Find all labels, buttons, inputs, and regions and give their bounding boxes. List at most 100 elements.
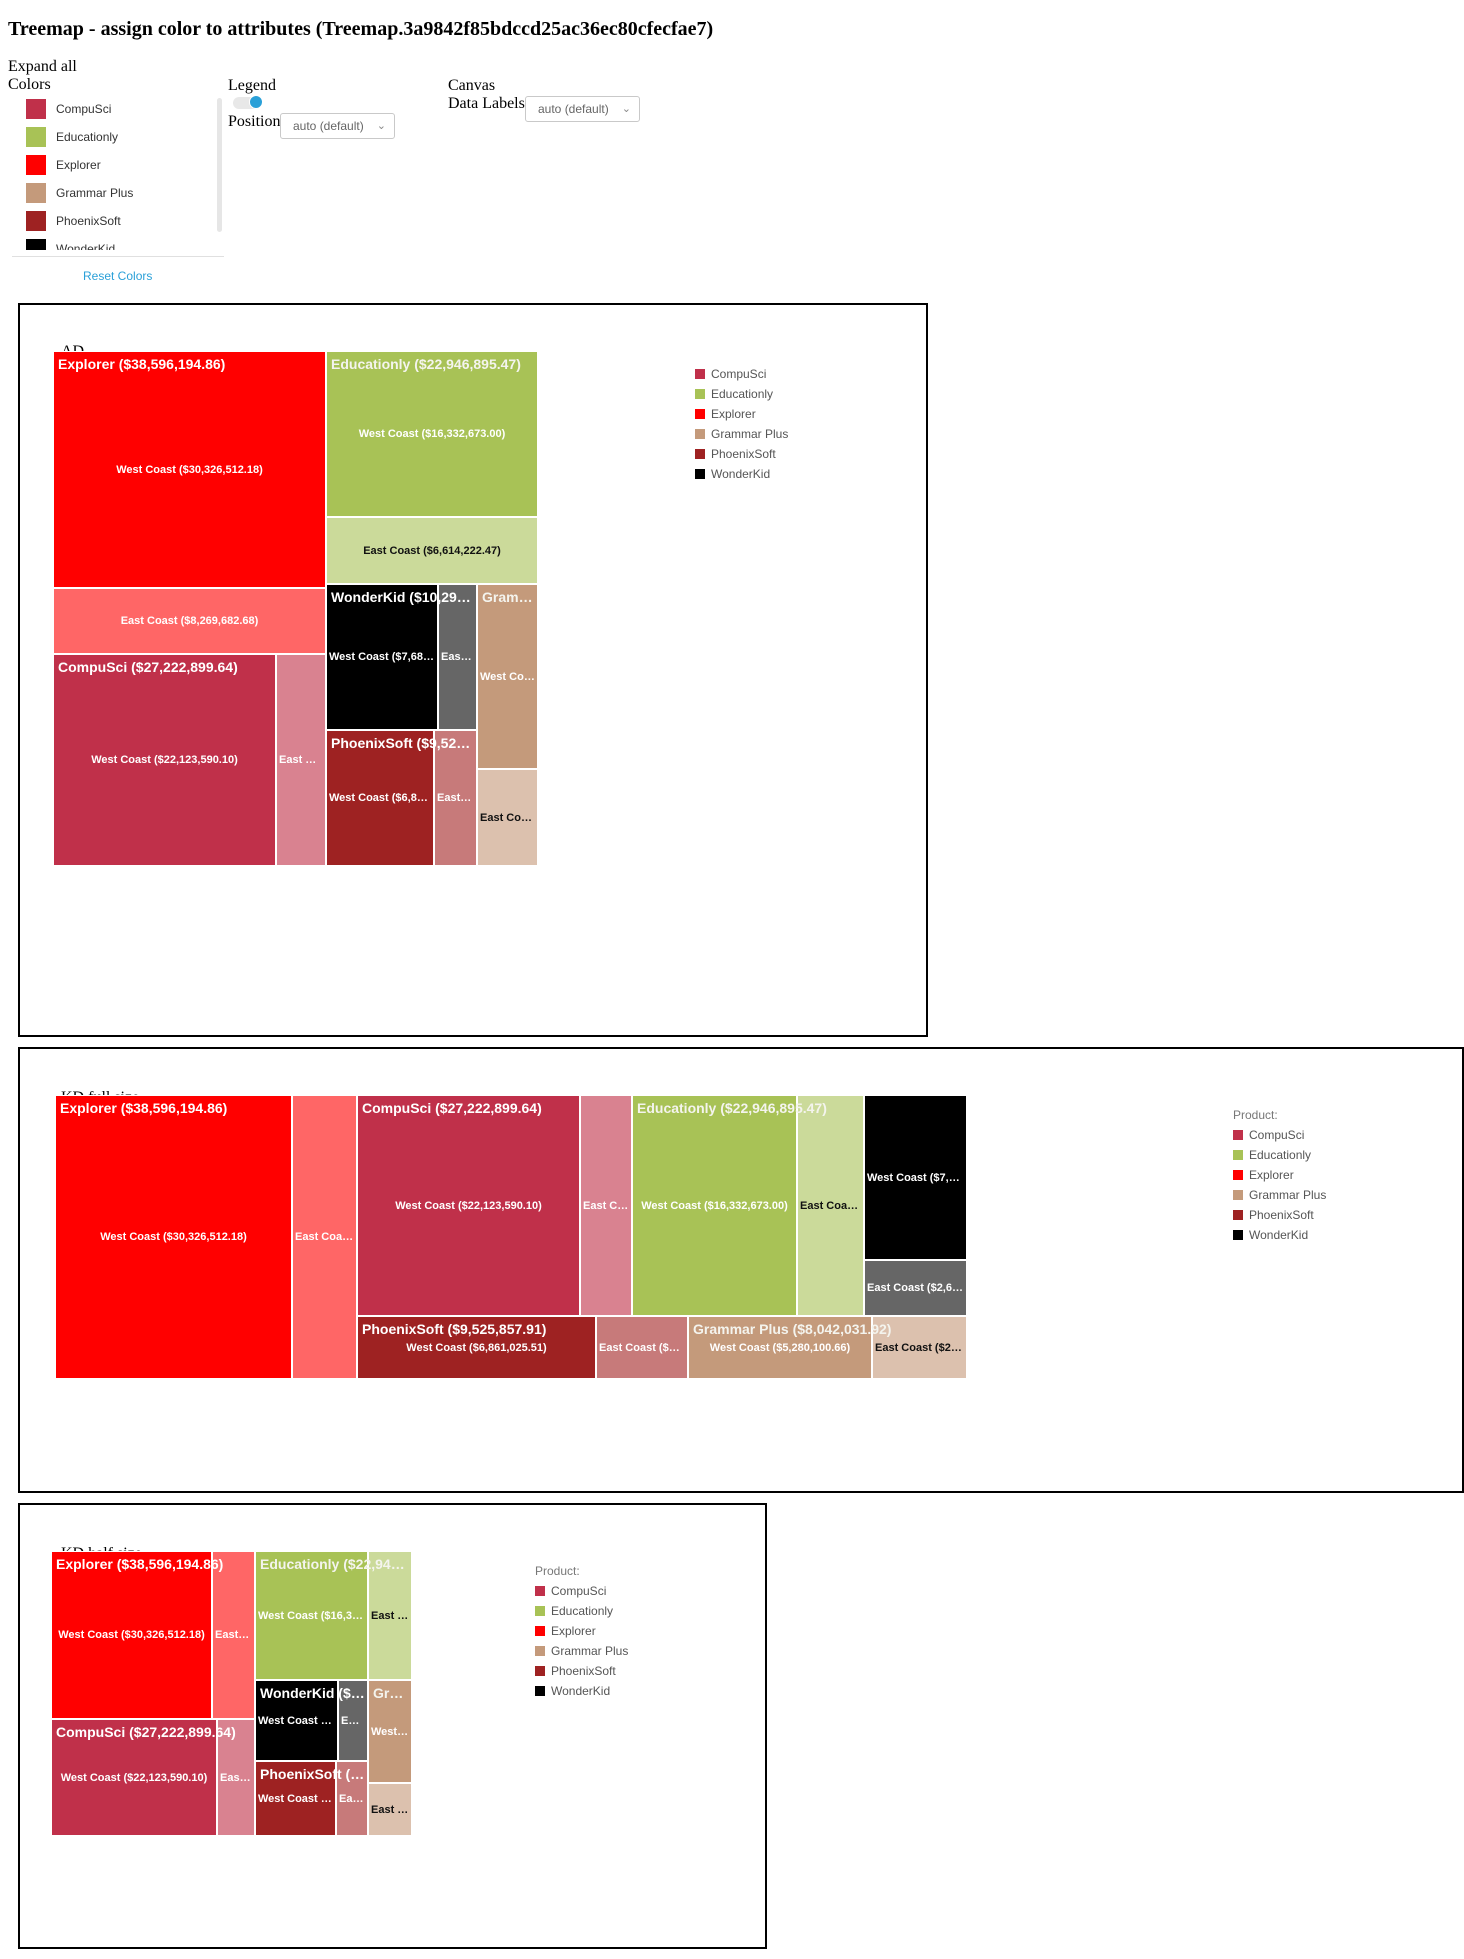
treemap-cell-compusci-west[interactable]: West Coast ($22,123,590.10) xyxy=(51,1719,217,1836)
legend-item-wonderkid[interactable]: WonderKid xyxy=(695,464,788,484)
treemap-cell-compusci-west[interactable]: West Coast ($22,123,590.10) xyxy=(357,1095,580,1316)
position-select[interactable]: auto (default) ⌄ xyxy=(280,113,395,139)
chart-panel-kd-full: KD full size West Coast ($30,326,512.18)… xyxy=(18,1047,1464,1493)
reset-colors-button[interactable]: Reset Colors xyxy=(83,269,152,283)
color-item-compusci[interactable]: CompuSci xyxy=(26,98,111,120)
treemap-cell-phoenixsoft-west[interactable]: West Coast ($6,861,025.51) xyxy=(357,1316,596,1379)
treemap-cell-phoenixsoft-east[interactable]: East Coast ($2,664… xyxy=(596,1316,688,1379)
color-item-educationly[interactable]: Educationly xyxy=(26,126,118,148)
treemap-cell-phoenixsoft-east[interactable]: East… xyxy=(336,1761,368,1836)
legend-item-compusci[interactable]: CompuSci xyxy=(1233,1125,1326,1145)
legend-label: PhoenixSoft xyxy=(551,1664,616,1678)
treemap-cell-compusci-east[interactable]: East Coast ($5,099,309.54) xyxy=(276,654,326,866)
treemap-cell-wonderkid-east[interactable]: East … xyxy=(438,584,477,730)
legend-item-explorer[interactable]: Explorer xyxy=(695,404,788,424)
chart-legend[interactable]: Product: CompuSci Educationly Explorer Gramm… xyxy=(1233,1105,1326,1245)
treemap-cell-label: East Coast… xyxy=(480,811,537,824)
treemap-cell-compusci-east[interactable]: East Coa… xyxy=(580,1095,632,1316)
legend-label: CompuSci xyxy=(1249,1128,1305,1142)
treemap-cell-educationly-east[interactable]: East C… xyxy=(368,1551,412,1680)
treemap-cell-grammar-plus-east[interactable]: East Coast… xyxy=(477,769,538,866)
data-labels-label: Data Labels xyxy=(448,95,525,112)
treemap-cell-grammar-plus-east[interactable]: East Co… xyxy=(368,1783,412,1836)
legend-item-grammar-plus[interactable]: Grammar Plus xyxy=(535,1641,628,1661)
treemap-cell-label: West Coast ($30,326,512.18) xyxy=(58,1629,205,1641)
legend-swatch xyxy=(1233,1130,1243,1140)
treemap-cell-label: West Coast ($30,326,512.18) xyxy=(116,463,263,476)
color-item-wonderkid[interactable]: WonderKid xyxy=(26,238,115,250)
legend-label: WonderKid xyxy=(711,467,771,481)
legend-item-educationly[interactable]: Educationly xyxy=(535,1601,628,1621)
color-item-label: Educationly xyxy=(56,130,119,144)
color-item-grammar-plus[interactable]: Grammar Plus xyxy=(26,182,133,204)
data-labels-select[interactable]: auto (default) ⌄ xyxy=(525,96,640,122)
color-item-explorer[interactable]: Explorer xyxy=(26,154,101,176)
treemap-cell-explorer-west[interactable]: West Coast ($30,326,512.18) xyxy=(53,351,326,588)
color-item-phoenixsoft[interactable]: PhoenixSoft xyxy=(26,210,121,232)
treemap-cell-label: East Coast ($2,664… xyxy=(599,1341,687,1354)
treemap-cell-educationly-east[interactable]: East Coast ($6,614,222.47) xyxy=(326,517,538,584)
legend-item-phoenixsoft[interactable]: PhoenixSoft xyxy=(695,444,788,464)
legend-item-grammar-plus[interactable]: Grammar Plus xyxy=(695,424,788,444)
legend-item-compusci[interactable]: CompuSci xyxy=(695,364,788,384)
color-swatch[interactable] xyxy=(26,127,46,147)
treemap-cell-label: East… xyxy=(339,1792,367,1805)
treemap-cell-label: West Coast ($16,332,673.00) xyxy=(358,428,506,440)
legend-toggle[interactable] xyxy=(233,95,263,109)
treemap-cell-educationly-west[interactable]: West Coast ($16,332,67… xyxy=(255,1551,368,1680)
legend-label: Educationly xyxy=(711,387,774,401)
treemap-cell-phoenixsoft-west[interactable]: West Coast ($6,… xyxy=(255,1761,336,1836)
legend-item-wonderkid[interactable]: WonderKid xyxy=(535,1681,628,1701)
color-swatch[interactable] xyxy=(26,155,46,175)
legend-item-educationly[interactable]: Educationly xyxy=(1233,1145,1326,1165)
treemap-cell-compusci-west[interactable]: West Coast ($22,123,590.10) xyxy=(53,654,276,866)
color-list-scrollbar[interactable] xyxy=(217,98,222,232)
color-swatch[interactable] xyxy=(26,99,46,119)
treemap-cell-wonderkid-east[interactable]: East Coast ($2,607,11… xyxy=(864,1260,967,1316)
color-list[interactable]: CompuSci Educationly Explorer Grammar Pl… xyxy=(8,95,220,250)
treemap-cell-grammar-plus-west[interactable]: West Coast… xyxy=(477,584,538,769)
color-swatch[interactable] xyxy=(26,239,46,250)
legend-item-explorer[interactable]: Explorer xyxy=(1233,1165,1326,1185)
treemap-cell-educationly-east[interactable]: East Coast (… xyxy=(797,1095,864,1316)
treemap-cell-explorer-east[interactable]: East Coast (… xyxy=(292,1095,357,1379)
legend-item-grammar-plus[interactable]: Grammar Plus xyxy=(1233,1185,1326,1205)
treemap-cell-grammar-plus-west[interactable]: West C… xyxy=(368,1680,412,1783)
treemap-cell-grammar-plus-east[interactable]: East Coast ($2,761… xyxy=(872,1316,967,1379)
color-swatch[interactable] xyxy=(26,211,46,231)
treemap-cell-educationly-west[interactable]: West Coast ($16,332,673.00) xyxy=(632,1095,797,1316)
legend-item-educationly[interactable]: Educationly xyxy=(695,384,788,404)
legend-item-explorer[interactable]: Explorer xyxy=(535,1621,628,1641)
treemap-cell-explorer-east[interactable]: East C… xyxy=(212,1551,255,1719)
treemap-cell-explorer-west[interactable]: West Coast ($30,326,512.18) xyxy=(51,1551,212,1719)
legend-label: WonderKid xyxy=(1249,1228,1309,1242)
treemap-cell-explorer-west[interactable]: West Coast ($30,326,512.18) xyxy=(55,1095,292,1379)
expand-all-link[interactable]: Expand all xyxy=(8,58,77,76)
treemap-cell-compusci-east[interactable]: East … xyxy=(217,1719,255,1836)
chart-panel-ad: AD West Coast ($30,326,512.18)East Coast… xyxy=(18,303,928,1037)
treemap-cell-wonderkid-west[interactable]: West Coast ($7,684,4… xyxy=(864,1095,967,1260)
treemap-cell-grammar-plus-west[interactable]: West Coast ($5,280,100.66) xyxy=(688,1316,872,1379)
color-item-label: WonderKid xyxy=(56,242,116,250)
legend-item-compusci[interactable]: CompuSci xyxy=(535,1581,628,1601)
legend-label: Educationly xyxy=(1249,1148,1312,1162)
treemap-cell-label: East Coast ($8,269,682.68) xyxy=(120,615,259,627)
treemap-cell-explorer-east[interactable]: East Coast ($8,269,682.68) xyxy=(53,588,326,654)
treemap-cell-educationly-west[interactable]: West Coast ($16,332,673.00) xyxy=(326,351,538,517)
treemap-cell-wonderkid-east[interactable]: Eas… xyxy=(338,1680,368,1761)
legend-item-wonderkid[interactable]: WonderKid xyxy=(1233,1225,1326,1245)
treemap-cell-phoenixsoft-west[interactable]: West Coast ($6,861,02… xyxy=(326,730,434,866)
treemap-cell-label: East C… xyxy=(371,1609,411,1622)
legend-item-phoenixsoft[interactable]: PhoenixSoft xyxy=(1233,1205,1326,1225)
chart-legend[interactable]: CompuSci Educationly Explorer Grammar Plus P… xyxy=(695,364,788,484)
legend-swatch xyxy=(695,409,705,419)
treemap-cell-wonderkid-west[interactable]: West Coast ($7,… xyxy=(255,1680,338,1761)
position-select-value: auto (default) xyxy=(293,119,364,133)
treemap-cell-phoenixsoft-east[interactable]: East C… xyxy=(434,730,477,866)
chevron-down-icon: ⌄ xyxy=(376,120,386,132)
chart-legend[interactable]: Product: CompuSci Educationly Explorer Gramm… xyxy=(535,1561,628,1701)
legend-item-phoenixsoft[interactable]: PhoenixSoft xyxy=(535,1661,628,1681)
treemap-cell-label: West Coast ($6,… xyxy=(258,1792,335,1805)
treemap-cell-wonderkid-west[interactable]: West Coast ($7,684,458… xyxy=(326,584,438,730)
color-swatch[interactable] xyxy=(26,183,46,203)
